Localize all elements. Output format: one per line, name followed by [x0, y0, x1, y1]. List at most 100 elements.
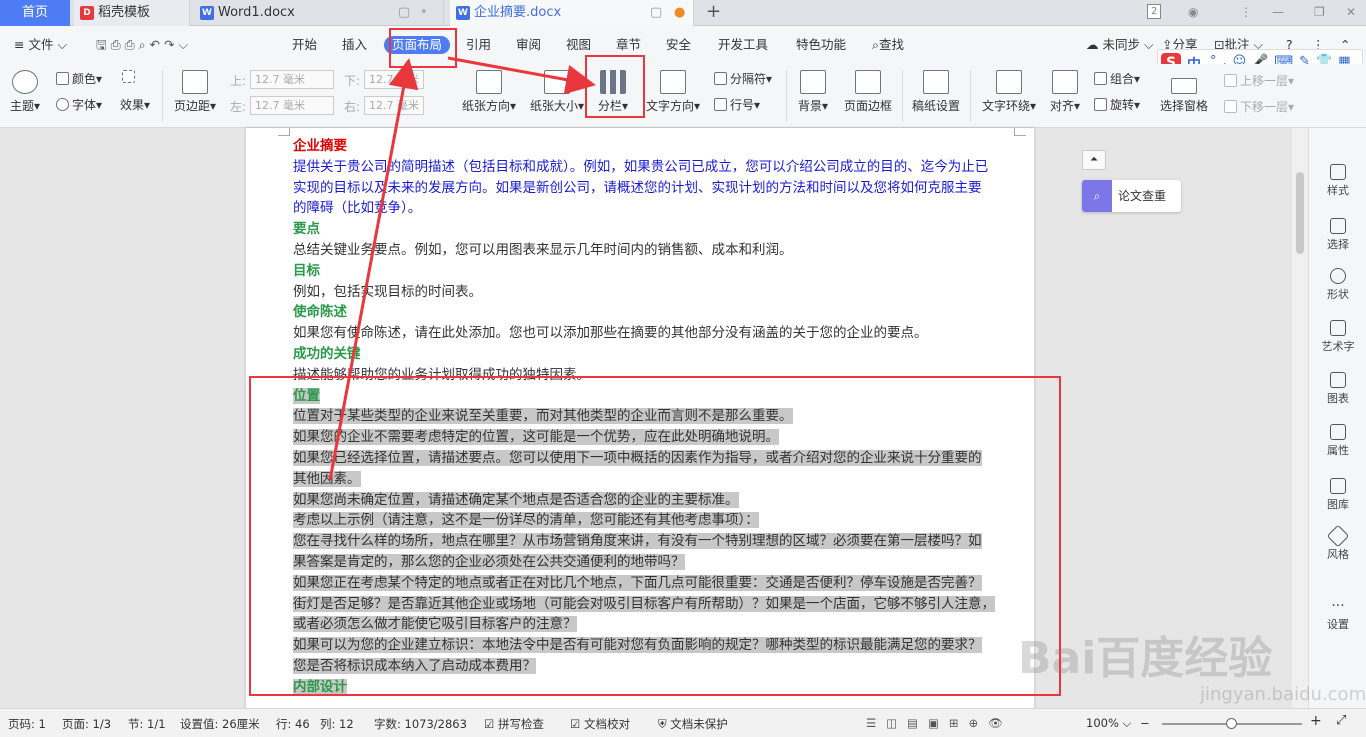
- margin-button[interactable]: 页边距▾: [174, 70, 216, 114]
- proofread-button[interactable]: ☑ 文档校对: [570, 716, 630, 732]
- status-page-num[interactable]: 页码: 1: [8, 716, 46, 732]
- paper-check-button[interactable]: ⌕ 论文查重: [1082, 180, 1181, 212]
- sidebar-properties[interactable]: 属性: [1309, 424, 1366, 458]
- status-row[interactable]: 行: 46: [276, 716, 310, 732]
- ribbon: 主题▾ 颜色▾ 字体▾ 效果▾ 页边距▾ 上: 12.7 毫米 下: 12.7 …: [0, 64, 1366, 128]
- vertical-scrollbar[interactable]: [1292, 128, 1308, 708]
- tab-home[interactable]: 首页: [0, 0, 70, 26]
- bottom-margin-input[interactable]: 12.7 毫米: [364, 70, 424, 89]
- sidebar-settings[interactable]: ··· 设置: [1309, 598, 1366, 632]
- annotation-box-page-layout: [389, 28, 457, 68]
- sync-status[interactable]: ☁ 未同步 ⌵: [1086, 36, 1153, 54]
- menu-home[interactable]: 开始: [292, 36, 317, 54]
- tab-label: 企业摘要.docx: [474, 5, 562, 20]
- sidebar-shape[interactable]: 形状: [1309, 268, 1366, 302]
- status-section[interactable]: 节: 1/1: [128, 716, 166, 732]
- doc-line[interactable]: 成功的关键: [293, 344, 1019, 365]
- separator-button[interactable]: 分隔符▾: [714, 70, 772, 87]
- window-icon[interactable]: ▢: [398, 0, 410, 26]
- doc-line[interactable]: 实现的目标以及未来的发展方向。如果是新创公司，请概述您的计划、实现计划的方法和时…: [293, 178, 1019, 199]
- zoom-out-icon[interactable]: −: [1140, 716, 1150, 730]
- fullscreen-icon[interactable]: ⤢: [1336, 713, 1346, 728]
- grid-paper-button[interactable]: 稿纸设置: [912, 70, 960, 114]
- orientation-button[interactable]: 纸张方向▾: [462, 70, 516, 114]
- rotate-button[interactable]: 旋转▾: [1094, 96, 1140, 113]
- restore-icon[interactable]: ❐: [1314, 5, 1325, 19]
- sidebar-chart[interactable]: 图表: [1309, 372, 1366, 406]
- more-icon[interactable]: ⋮: [1240, 5, 1252, 19]
- view-mode-icons[interactable]: ☰◫▤▣⊞⊕👁: [866, 716, 1013, 730]
- window-icon[interactable]: ▢: [650, 0, 662, 26]
- menu-references[interactable]: 引用: [466, 36, 491, 54]
- menu-find[interactable]: ⌕查找: [872, 36, 904, 54]
- sidebar-gallery[interactable]: 图库: [1309, 478, 1366, 512]
- new-tab-icon[interactable]: +: [706, 0, 721, 25]
- paper-size-button[interactable]: 纸张大小▾: [530, 70, 584, 114]
- collapse-panel-icon[interactable]: ⏶: [1082, 150, 1106, 170]
- scroll-thumb[interactable]: [1296, 172, 1304, 254]
- top-margin-input[interactable]: 12.7 毫米: [250, 70, 334, 89]
- menu-insert[interactable]: 插入: [342, 36, 367, 54]
- zoom-slider[interactable]: [1162, 718, 1302, 729]
- color-button[interactable]: 颜色▾: [56, 70, 102, 87]
- style-icon: [1330, 164, 1346, 180]
- theme-button[interactable]: 主题▾: [10, 70, 40, 114]
- doc-line[interactable]: 目标: [293, 261, 1019, 282]
- menu-developer[interactable]: 开发工具: [718, 36, 768, 54]
- menu-review[interactable]: 审阅: [516, 36, 541, 54]
- tab-word1[interactable]: W Word1.docx ▢ •: [194, 0, 444, 26]
- watermark-url: jingyan.baidu.com: [1200, 684, 1366, 705]
- text-wrap-button[interactable]: 文字环绕▾: [982, 70, 1036, 114]
- background-button[interactable]: 背景▾: [798, 70, 828, 114]
- menu-security[interactable]: 安全: [666, 36, 691, 54]
- status-setting[interactable]: 设置值: 26厘米: [180, 716, 260, 732]
- quick-access-icons[interactable]: 🖫 ⎙ ⎙ ⌕ ↶ ↷ ⌵: [96, 36, 188, 54]
- menu-view[interactable]: 视图: [566, 36, 591, 54]
- effect-button[interactable]: 效果▾: [120, 96, 150, 113]
- menu-chapter[interactable]: 章节: [616, 36, 641, 54]
- avatar[interactable]: ◉: [1188, 5, 1198, 19]
- sidebar-style[interactable]: 样式: [1309, 164, 1366, 198]
- line-number-button[interactable]: 行号▾: [714, 96, 760, 113]
- font-button[interactable]: 字体▾: [56, 96, 102, 113]
- status-col[interactable]: 列: 12: [320, 716, 354, 732]
- protection-button[interactable]: ⛨ 文档未保护: [658, 716, 728, 732]
- status-words[interactable]: 字数: 1073/2863: [374, 716, 467, 732]
- sidebar-theme-style[interactable]: 风格: [1309, 524, 1366, 562]
- status-pages[interactable]: 页面: 1/3: [62, 716, 111, 732]
- sidebar-select[interactable]: 选择: [1309, 218, 1366, 252]
- window-count-badge[interactable]: 2: [1147, 4, 1162, 19]
- background-icon: [800, 70, 827, 94]
- right-margin-input[interactable]: 12.7 毫米: [364, 96, 424, 115]
- send-backward-button[interactable]: 下移一层▾: [1224, 98, 1294, 115]
- zoom-in-icon[interactable]: +: [1310, 713, 1322, 729]
- doc-line[interactable]: 要点: [293, 219, 1019, 240]
- page-border-button[interactable]: 页面边框: [844, 70, 892, 114]
- zoom-slider-thumb[interactable]: [1226, 718, 1237, 729]
- align-button[interactable]: 对齐▾: [1050, 70, 1080, 114]
- doc-line[interactable]: 企业摘要: [293, 136, 1019, 157]
- menu-file[interactable]: ≡ 文件 ⌵: [14, 36, 67, 54]
- tab-docer-templates[interactable]: D 稻壳模板: [74, 0, 190, 26]
- bring-forward-button[interactable]: 上移一层▾: [1224, 72, 1294, 89]
- doc-line[interactable]: 总结关键业务要点。例如，您可以用图表来显示几年时间内的销售额、成本和利润。: [293, 240, 1019, 261]
- doc-line[interactable]: 例如，包括实现目标的时间表。: [293, 282, 1019, 303]
- selection-pane-button[interactable]: 选择窗格: [1160, 78, 1208, 114]
- close-icon[interactable]: ✕: [1346, 5, 1356, 19]
- group-button[interactable]: 组合▾: [1094, 70, 1140, 87]
- left-margin-input[interactable]: 12.7 毫米: [250, 96, 334, 115]
- divider: [786, 70, 787, 122]
- tab-company-summary[interactable]: W 企业摘要.docx ▢ ●: [450, 0, 694, 26]
- doc-line[interactable]: 如果您有使命陈述，请在此处添加。您也可以添加那些在摘要的其他部分没有涵盖的关于您…: [293, 323, 1019, 344]
- menu-special[interactable]: 特色功能: [796, 36, 846, 54]
- doc-line[interactable]: 使命陈述: [293, 302, 1019, 323]
- zoom-level[interactable]: 100% ⌵: [1086, 716, 1131, 731]
- doc-line[interactable]: 提供关于贵公司的简明描述（包括目标和成就）。例如，如果贵公司已成立，您可以介绍公…: [293, 157, 1019, 178]
- sidebar-wordart[interactable]: 艺术字: [1309, 320, 1366, 354]
- effect-preview-icon[interactable]: [122, 70, 138, 84]
- doc-line[interactable]: 的障碍（比如竞争）。: [293, 198, 1019, 219]
- minimize-icon[interactable]: —: [1272, 5, 1284, 19]
- sidebar-label: 风格: [1327, 548, 1349, 561]
- text-direction-button[interactable]: 文字方向▾: [646, 70, 700, 114]
- spell-check-button[interactable]: ☑ 拼写检查: [484, 716, 544, 732]
